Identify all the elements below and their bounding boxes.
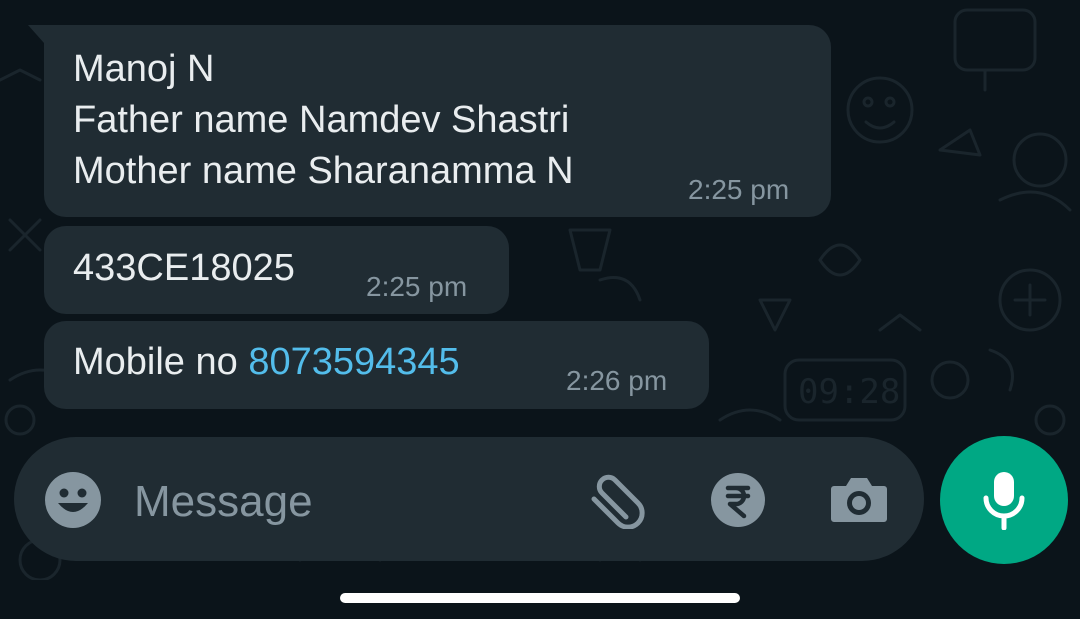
message-input[interactable]: Message — [134, 477, 313, 527]
system-nav-bar — [0, 580, 1080, 619]
message-prefix: Mobile no — [73, 341, 249, 383]
svg-text:09:28: 09:28 — [798, 372, 900, 412]
message-bubble[interactable]: Manoj N Father name Namdev Shastri Mothe… — [28, 25, 831, 217]
message-line: Manoj N — [73, 48, 215, 90]
mic-icon — [983, 472, 1025, 530]
message-composer: Message — [14, 437, 924, 561]
message-line: Father name Namdev Shastri — [73, 99, 570, 141]
voice-record-button[interactable] — [940, 436, 1068, 564]
message-time: 2:25 pm — [688, 174, 790, 205]
message-line: Mother name Sharanamma N — [73, 150, 574, 192]
bubble-tail — [28, 25, 44, 43]
message-text: Mobile no 8073594345 — [73, 337, 460, 388]
camera-icon[interactable] — [830, 474, 888, 529]
home-gesture-handle[interactable] — [340, 593, 740, 603]
emoji-icon[interactable] — [44, 471, 102, 534]
message-line: 433CE18025 — [73, 247, 295, 289]
phone-link[interactable]: 8073594345 — [248, 341, 459, 383]
message-bubble[interactable]: 433CE18025 2:25 pm — [44, 226, 509, 314]
payment-rupee-icon[interactable] — [710, 472, 766, 533]
message-bubble[interactable]: Mobile no 8073594345 2:26 pm — [44, 321, 709, 409]
message-time: 2:25 pm — [366, 271, 468, 302]
message-time: 2:26 pm — [566, 365, 668, 396]
attach-icon[interactable] — [586, 471, 648, 534]
